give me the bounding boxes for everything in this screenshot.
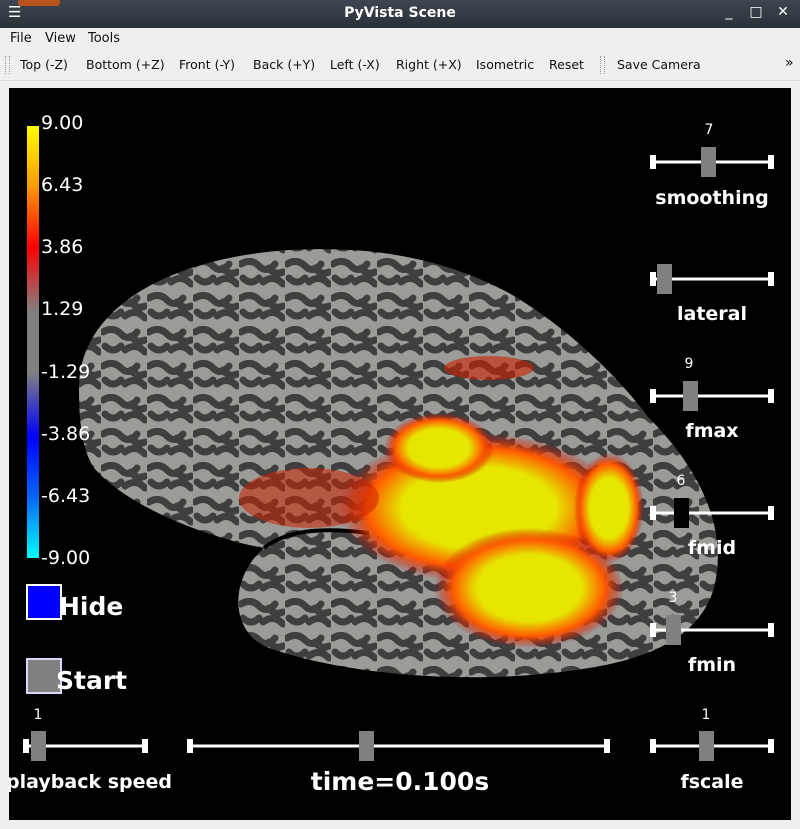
fmin-value: 3 — [669, 590, 678, 606]
time-label: time=0.100s — [311, 767, 489, 796]
toolbar-overflow-button[interactable]: » — [785, 55, 794, 71]
camera-toolbar: Top (-Z) Bottom (+Z) Front (-Y) Back (+Y… — [0, 50, 800, 81]
fmax-handle[interactable] — [683, 381, 698, 411]
fmid-handle[interactable] — [674, 498, 689, 528]
playback-speed-label: playback speed — [9, 771, 172, 793]
top-view-button[interactable]: Top (-Z) — [20, 57, 68, 72]
fmax-slider[interactable]: 9 fmax — [650, 356, 774, 442]
color-bar: 9.00 6.43 3.86 1.29 -1.29 -3.86 -6.43 -9… — [27, 112, 90, 569]
menu-view[interactable]: View — [45, 31, 76, 46]
back-view-button[interactable]: Back (+Y) — [253, 57, 315, 72]
lateral-handle[interactable] — [657, 264, 672, 294]
lateral-label: lateral — [677, 303, 747, 325]
colorbar-tick-label: -9.00 — [41, 547, 90, 569]
colorbar-tick-label: 1.29 — [41, 298, 83, 320]
menu-bar: File View Tools — [0, 28, 800, 50]
fscale-value: 1 — [702, 707, 711, 723]
time-handle[interactable] — [359, 731, 374, 761]
fmin-slider[interactable]: 3 fmin — [650, 590, 774, 676]
hide-toggle[interactable]: Hide — [26, 584, 123, 621]
left-view-button[interactable]: Left (-X) — [330, 57, 380, 72]
scene-svg: 9.00 6.43 3.86 1.29 -1.29 -3.86 -6.43 -9… — [9, 112, 774, 796]
maximize-button[interactable]: □ — [747, 4, 765, 20]
time-slider[interactable]: time=0.100s — [187, 731, 610, 796]
color-bar-gradient — [27, 126, 39, 558]
smoothing-value: 7 — [705, 122, 714, 138]
playback-speed-handle[interactable] — [31, 731, 46, 761]
colorbar-tick-label: 6.43 — [41, 174, 83, 196]
front-view-button[interactable]: Front (-Y) — [179, 57, 235, 72]
hide-checkbox[interactable] — [26, 584, 62, 620]
smoothing-slider[interactable]: 7 smoothing — [650, 122, 774, 209]
fmax-value: 9 — [685, 356, 694, 372]
window-title: PyVista Scene — [344, 5, 456, 21]
minimize-button[interactable]: _ — [720, 4, 738, 20]
save-camera-button[interactable]: Save Camera — [617, 57, 701, 72]
fmid-label: fmid — [688, 537, 736, 559]
menu-tools[interactable]: Tools — [88, 31, 120, 46]
start-label: Start — [56, 666, 127, 695]
fscale-slider[interactable]: 1 fscale — [650, 707, 774, 793]
colorbar-tick-label: -1.29 — [41, 361, 90, 383]
fmin-handle[interactable] — [666, 615, 681, 645]
fmin-label: fmin — [688, 654, 736, 676]
start-toggle[interactable]: Start — [26, 658, 127, 695]
title-bar: ☰ PyVista Scene _ □ ✕ — [0, 0, 800, 28]
fscale-handle[interactable] — [699, 731, 714, 761]
colorbar-tick-label: -6.43 — [41, 485, 90, 507]
reset-view-button[interactable]: Reset — [549, 57, 584, 72]
menu-file[interactable]: File — [10, 31, 32, 46]
fmax-label: fmax — [685, 420, 738, 442]
toolbar-separator — [600, 56, 605, 74]
bottom-view-button[interactable]: Bottom (+Z) — [86, 57, 165, 72]
lateral-slider[interactable]: lateral — [650, 264, 774, 325]
fmid-value: 6 — [677, 473, 686, 489]
colorbar-tick-label: -3.86 — [41, 423, 90, 445]
smoothing-handle[interactable] — [701, 147, 716, 177]
right-view-button[interactable]: Right (+X) — [396, 57, 462, 72]
render-viewport[interactable]: 9.00 6.43 3.86 1.29 -1.29 -3.86 -6.43 -9… — [9, 88, 791, 820]
playback-speed-value: 1 — [34, 707, 43, 723]
close-button[interactable]: ✕ — [774, 4, 792, 20]
colorbar-tick-label: 9.00 — [41, 112, 83, 134]
playback-speed-slider[interactable]: 1 playback speed — [9, 707, 172, 793]
isometric-view-button[interactable]: Isometric — [476, 57, 534, 72]
fscale-label: fscale — [680, 771, 743, 793]
smoothing-label: smoothing — [655, 187, 768, 209]
toolbar-handle[interactable] — [5, 56, 10, 74]
hide-label: Hide — [59, 592, 123, 621]
colorbar-tick-label: 3.86 — [41, 236, 83, 258]
